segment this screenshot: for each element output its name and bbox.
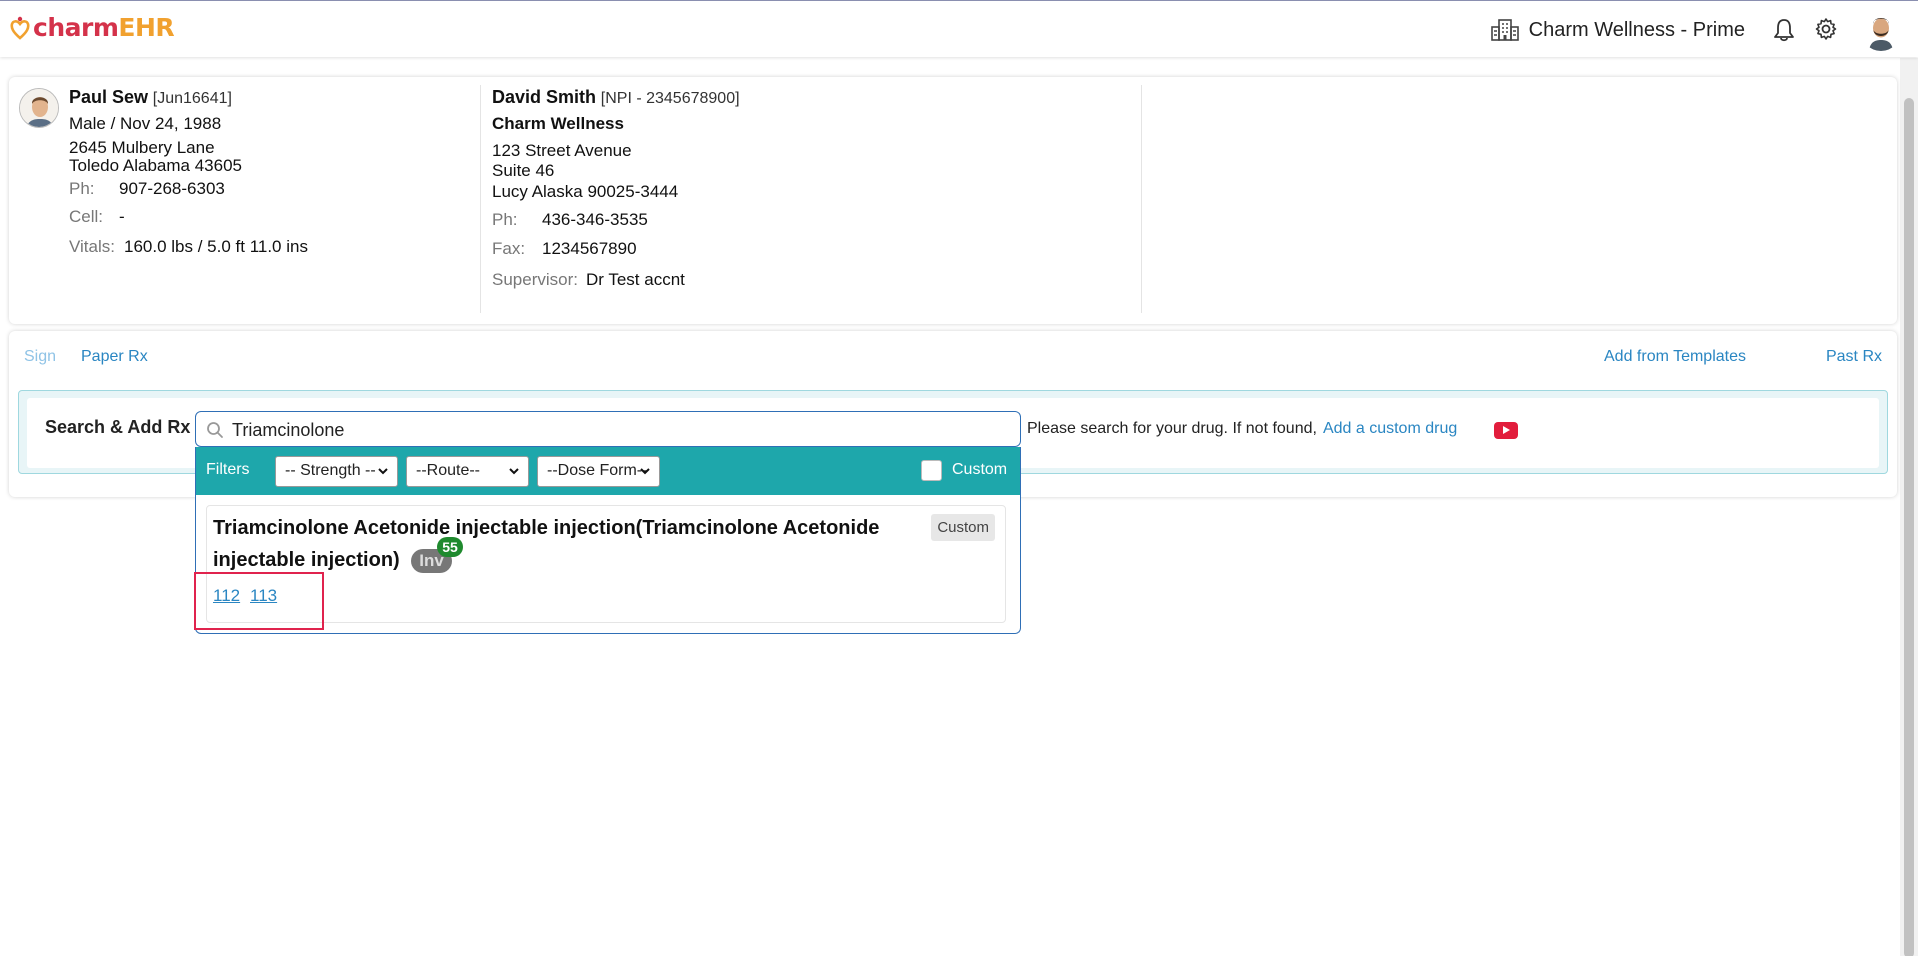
patient-id: [Jun16641] [152, 90, 232, 107]
patient-cell-label: Cell: [69, 207, 104, 226]
chevron-down-icon [640, 468, 650, 475]
patient-gender-dob: Male / Nov 24, 1988 [69, 114, 222, 133]
patient-photo [20, 89, 58, 127]
patient-vitals-label: Vitals: [69, 237, 115, 256]
patient-phone: 907-268-6303 [119, 179, 225, 198]
notifications-button[interactable] [1773, 18, 1795, 47]
provider-npi: [NPI - 2345678900] [600, 90, 740, 107]
logo-text-ehr: EHR [118, 13, 175, 42]
building-icon [1490, 19, 1519, 41]
custom-checkbox-label[interactable]: Custom [952, 461, 1007, 479]
add-custom-drug-link[interactable]: Add a custom drug [1323, 420, 1457, 437]
patient-avatar [19, 88, 59, 128]
patient-name[interactable]: Paul Sew [69, 87, 148, 107]
provider-fax-label: Fax: [492, 239, 526, 258]
route-select-value: --Route-- [416, 462, 481, 479]
search-add-rx-label: Search & Add Rx [45, 417, 191, 437]
user-avatar-image [1861, 11, 1901, 51]
sign-link[interactable]: Sign [24, 348, 56, 366]
add-from-templates-link[interactable]: Add from Templates [1604, 348, 1746, 366]
provider-facility: Charm Wellness [492, 114, 624, 133]
past-rx-link[interactable]: Past Rx [1826, 348, 1882, 366]
provider-address-line3: Lucy Alaska 90025-3444 [492, 182, 679, 201]
drug-search-box[interactable] [195, 411, 1021, 447]
search-hint-text: Please search for your drug. If not foun… [1027, 420, 1317, 437]
provider-supervisor-label: Supervisor: [492, 270, 578, 289]
route-select[interactable]: --Route-- [406, 456, 529, 487]
search-result-item[interactable]: Triamcinolone Acetonide injectable injec… [206, 505, 1006, 623]
patient-phone-label: Ph: [69, 179, 95, 198]
dose-form-select-value: --Dose Form-- [547, 462, 648, 479]
heart-logo-icon [10, 16, 30, 40]
patient-address-line1: 2645 Mulbery Lane [69, 138, 215, 157]
filters-label: Filters [206, 461, 250, 478]
card-divider [1141, 85, 1142, 313]
top-bar: charmEHR Charm Wellness - Prime [0, 0, 1918, 57]
patient-address-line2: Toledo Alabama 43605 [69, 156, 242, 175]
gear-icon [1815, 18, 1837, 40]
search-hint: Please search for your drug. If not foun… [1027, 420, 1457, 438]
youtube-video-icon[interactable] [1494, 422, 1518, 439]
provider-phone-label: Ph: [492, 210, 518, 229]
user-avatar[interactable] [1861, 11, 1901, 51]
paper-rx-link[interactable]: Paper Rx [81, 348, 148, 366]
clinic-name: Charm Wellness - Prime [1528, 18, 1745, 41]
page-scrollbar[interactable] [1900, 58, 1918, 956]
inventory-count: 55 [437, 537, 463, 557]
charmehr-logo[interactable]: charmEHR [10, 13, 175, 42]
card-divider [480, 85, 481, 313]
custom-tag: Custom [931, 514, 995, 541]
patient-vitals: 160.0 lbs / 5.0 ft 11.0 ins [124, 237, 308, 256]
provider-address-line2: Suite 46 [492, 161, 555, 180]
drug-result-name[interactable]: Triamcinolone Acetonide injectable injec… [213, 512, 903, 576]
drug-name-text: Triamcinolone Acetonide injectable injec… [213, 517, 880, 571]
settings-button[interactable] [1814, 17, 1838, 46]
provider-phone: 436-346-3535 [542, 210, 648, 229]
strength-select-value: -- Strength -- [285, 462, 376, 479]
search-icon [207, 422, 223, 438]
provider-supervisor: Dr Test accnt [586, 270, 685, 289]
logo-text-charm: charm [33, 13, 119, 42]
custom-checkbox[interactable] [921, 460, 942, 481]
annotation-highlight-box [194, 572, 324, 630]
chevron-down-icon [509, 468, 519, 475]
patient-provider-card: Paul Sew [Jun16641] Male / Nov 24, 1988 … [9, 77, 1897, 324]
filter-bar: Filters -- Strength -- --Route-- --Dose … [196, 447, 1020, 495]
dose-form-select[interactable]: --Dose Form-- [537, 456, 660, 487]
patient-cell: - [119, 207, 125, 226]
chevron-down-icon [378, 468, 388, 475]
provider-name: David Smith [492, 87, 597, 107]
provider-address-line1: 123 Street Avenue [492, 141, 632, 160]
inventory-badge: Inv 55 [411, 537, 463, 573]
scrollbar-thumb[interactable] [1904, 98, 1914, 956]
bell-icon [1774, 19, 1794, 42]
clinic-selector[interactable]: Charm Wellness - Prime [1490, 18, 1745, 42]
provider-fax: 1234567890 [542, 239, 637, 258]
drug-search-input[interactable] [232, 418, 992, 442]
strength-select[interactable]: -- Strength -- [275, 456, 398, 487]
